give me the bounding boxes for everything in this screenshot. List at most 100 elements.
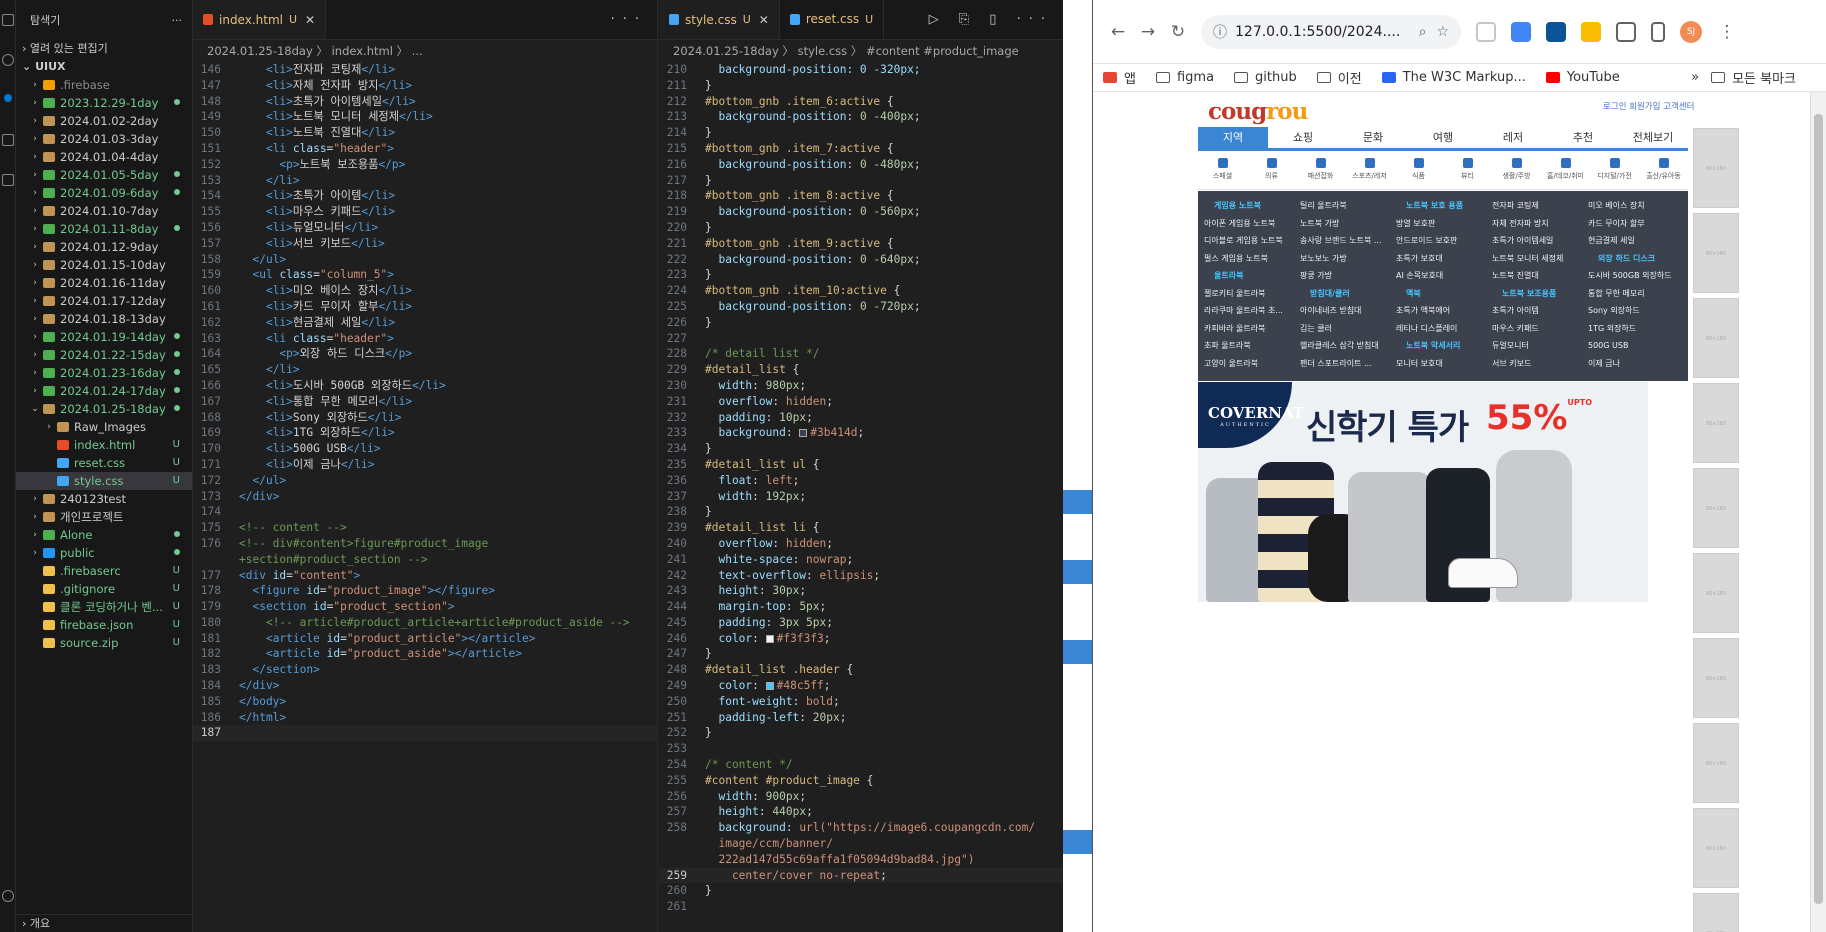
detail-link[interactable]: 디아블로 게임용 노트북: [1204, 232, 1300, 250]
scroll-thumb[interactable]: [1814, 114, 1823, 904]
category-item[interactable]: 스포츠/레저: [1345, 154, 1394, 189]
code-line[interactable]: 146 <li>전자파 코팅제</li>: [193, 62, 657, 78]
detail-link[interactable]: 고양이 울트라북: [1204, 355, 1300, 373]
code-line[interactable]: 158 </ul>: [193, 252, 657, 268]
run-debug-icon[interactable]: [2, 134, 14, 146]
detail-link[interactable]: 현금결제 세일: [1588, 232, 1684, 250]
code-line[interactable]: 210 background-position: 0 -320px;: [659, 62, 1063, 78]
tab-search-icon[interactable]: [1476, 21, 1496, 42]
detail-link[interactable]: Sony 외장하드: [1588, 302, 1684, 320]
explorer-more-icon[interactable]: ···: [172, 14, 183, 27]
extension-icon[interactable]: [1546, 21, 1566, 42]
detail-link[interactable]: 안드로이드 보호판: [1396, 232, 1492, 250]
tree-item[interactable]: › 2024.01.12-9day: [16, 238, 192, 256]
gnb-item[interactable]: 전체보기: [1618, 127, 1688, 148]
site-info-icon[interactable]: ⓘ: [1213, 22, 1227, 42]
color-swatch-icon[interactable]: [765, 682, 774, 691]
bookmark-item[interactable]: 이전: [1316, 68, 1362, 87]
placeholder-thumbnail[interactable]: 80×180: [1693, 468, 1739, 548]
code-line[interactable]: 163 <li class="header">: [193, 331, 657, 347]
code-line[interactable]: 257 height: 440px;: [659, 804, 1063, 820]
gnb-item[interactable]: 지역: [1198, 127, 1268, 148]
code-line[interactable]: 234}: [659, 441, 1063, 457]
tree-item[interactable]: › 2024.01.04-4day: [16, 148, 192, 166]
code-line[interactable]: 258 background: url("https://image6.coup…: [659, 820, 1063, 836]
tree-item[interactable]: › 2024.01.23-16day: [16, 364, 192, 382]
code-line[interactable]: 248 #detail_list .header {: [659, 662, 1063, 678]
bookmark-item[interactable]: github: [1234, 68, 1297, 87]
code-line[interactable]: 235 #detail_list ul {: [659, 457, 1063, 473]
detail-link[interactable]: 초특가 액북에어: [1396, 302, 1492, 320]
code-line[interactable]: 170 <li>500G USB</li>: [193, 441, 657, 457]
category-item[interactable]: 출산/유아동: [1639, 154, 1688, 189]
tree-item[interactable]: › Alone: [16, 526, 192, 544]
code-line[interactable]: 160 <li>미오 베이스 장치</li>: [193, 283, 657, 299]
tab-style-css[interactable]: style.css U ✕: [659, 0, 780, 39]
detail-link[interactable]: 아이폰 게임용 노트북: [1204, 215, 1300, 233]
menu-kebab-icon[interactable]: ⋮: [1712, 22, 1742, 42]
tree-item[interactable]: › 2024.01.09-6day: [16, 184, 192, 202]
placeholder-thumbnail[interactable]: 80×180: [1693, 808, 1739, 888]
tab-reset-css[interactable]: reset.css U: [780, 0, 885, 39]
extension-icon[interactable]: [1581, 21, 1601, 42]
code-line[interactable]: 256 width: 900px;: [659, 789, 1063, 805]
code-line[interactable]: 156 <li>듀얼모니터</li>: [193, 220, 657, 236]
outline-section[interactable]: › 개요: [16, 914, 192, 932]
gnb-item[interactable]: 문화: [1338, 127, 1408, 148]
code-line[interactable]: 225 background-position: 0 -720px;: [659, 299, 1063, 315]
code-line[interactable]: 239 #detail_list li {: [659, 520, 1063, 536]
detail-link[interactable]: 500G USB: [1588, 337, 1684, 355]
profile-avatar[interactable]: SJ: [1680, 20, 1702, 43]
category-item[interactable]: 식품: [1394, 154, 1443, 189]
code-line[interactable]: 222ad147d55c69affa1f05094d9bad84.jpg"): [659, 852, 1063, 868]
detail-link[interactable]: 서브 키보드: [1492, 355, 1588, 373]
tree-item[interactable]: › 2024.01.22-15day: [16, 346, 192, 364]
detail-link[interactable]: 통합 무한 메모리: [1588, 285, 1684, 303]
tree-item[interactable]: › 2024.01.05-5day: [16, 166, 192, 184]
placeholder-thumbnail[interactable]: 80×180: [1693, 383, 1739, 463]
detail-link[interactable]: 자체 전자파 방지: [1492, 215, 1588, 233]
code-line[interactable]: 231 overflow: hidden;: [659, 394, 1063, 410]
code-line[interactable]: 226}: [659, 315, 1063, 331]
code-line[interactable]: 253: [659, 741, 1063, 757]
code-line[interactable]: 166 <li>도시바 500GB 외장하드</li>: [193, 378, 657, 394]
code-line[interactable]: 187: [193, 725, 657, 742]
code-line[interactable]: 261: [659, 899, 1063, 915]
code-line[interactable]: 243 height: 30px;: [659, 583, 1063, 599]
breadcrumb[interactable]: 2024.01.25-18day 〉 style.css 〉 #content …: [659, 40, 1063, 62]
category-item[interactable]: 뷰티: [1443, 154, 1492, 189]
gnb-item[interactable]: 쇼핑: [1268, 127, 1338, 148]
detail-link[interactable]: 펜더 스포트라이트 ...: [1300, 355, 1396, 373]
code-line[interactable]: 178 <figure id="product_image"></figure>: [193, 583, 657, 599]
detail-link[interactable]: 초특가 보호대: [1396, 250, 1492, 268]
site-logo[interactable]: cougrou: [1208, 98, 1308, 125]
bookmarks-overflow-icon[interactable]: »: [1691, 70, 1699, 85]
settings-gear-icon[interactable]: [2, 890, 14, 902]
address-bar[interactable]: ⓘ 127.0.0.1:5500/2024.... ⌕ ☆: [1201, 14, 1461, 49]
tree-item[interactable]: › 2024.01.03-3day: [16, 130, 192, 148]
tree-item[interactable]: ⌄ 2024.01.25-18day: [16, 400, 192, 418]
tree-item[interactable]: › 개인프로젝트: [16, 508, 192, 526]
code-line[interactable]: 241 white-space: nowrap;: [659, 552, 1063, 568]
code-line[interactable]: 227: [659, 331, 1063, 347]
code-line[interactable]: 214}: [659, 125, 1063, 141]
code-line[interactable]: 169 <li>1TG 외장하드</li>: [193, 425, 657, 441]
code-line[interactable]: 157 <li>서브 키보드</li>: [193, 236, 657, 252]
code-line[interactable]: 183 </section>: [193, 662, 657, 678]
tree-item[interactable]: index.html U: [16, 436, 192, 454]
detail-link[interactable]: 모니터 보호대: [1396, 355, 1492, 373]
placeholder-thumbnail[interactable]: 80×180: [1693, 213, 1739, 293]
placeholder-thumbnail[interactable]: 80×180: [1693, 723, 1739, 803]
tree-item[interactable]: › public: [16, 544, 192, 562]
detail-link[interactable]: 팡쿵 가방: [1300, 267, 1396, 285]
category-item[interactable]: 의류: [1247, 154, 1296, 189]
search-icon[interactable]: [2, 54, 14, 66]
code-line[interactable]: 180 <!-- article#product_article+article…: [193, 615, 657, 631]
extensions-puzzle-icon[interactable]: [1616, 21, 1636, 42]
zoom-icon[interactable]: ⌕: [1419, 24, 1427, 40]
color-swatch-icon[interactable]: [799, 429, 808, 438]
side-panel-icon[interactable]: [1651, 21, 1665, 42]
tree-item[interactable]: firebase.json U: [16, 616, 192, 634]
gnb-item[interactable]: 레저: [1478, 127, 1548, 148]
tree-item[interactable]: style.css U: [16, 472, 192, 490]
